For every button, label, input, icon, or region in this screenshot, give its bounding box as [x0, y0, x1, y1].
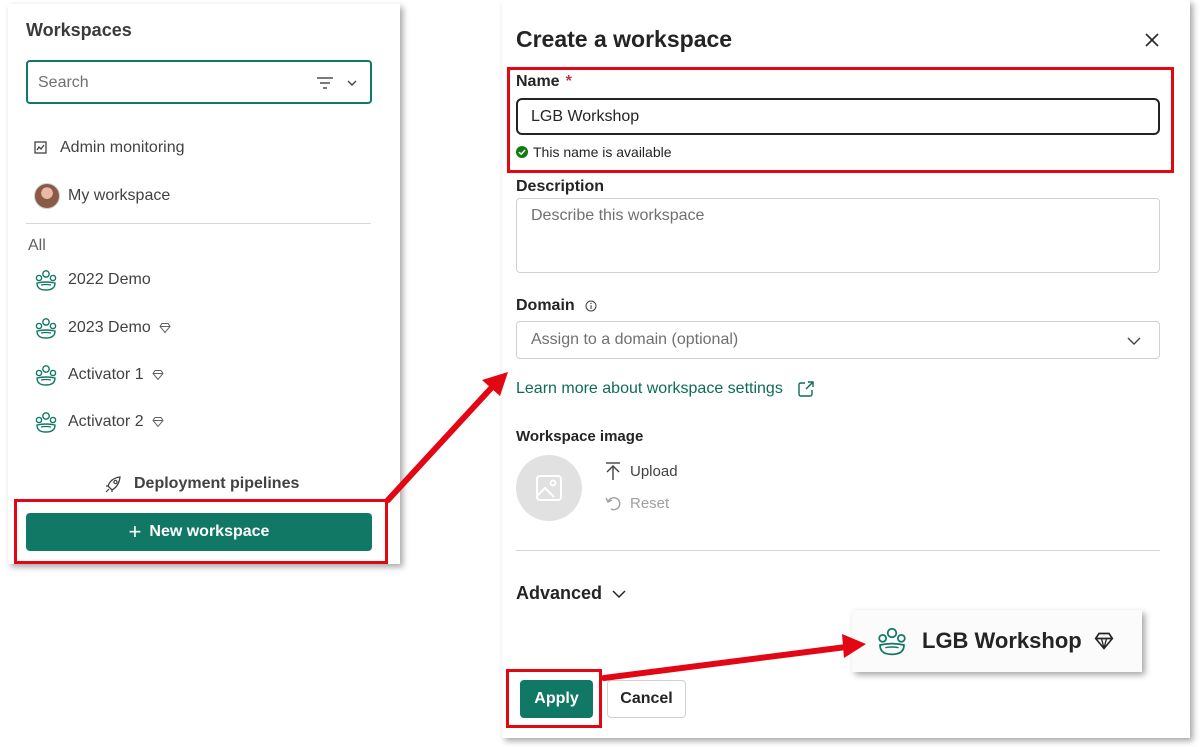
new-workspace-button[interactable]: + New workspace	[26, 513, 372, 551]
callout-label: LGB Workshop	[922, 628, 1082, 653]
deployment-pipelines-label: Deployment pipelines	[134, 475, 300, 492]
nav-my-workspace[interactable]: My workspace	[34, 182, 170, 210]
workspace-item[interactable]: 2022 Demo	[34, 265, 151, 295]
reset-button[interactable]: Reset	[604, 494, 669, 512]
workspace-image-label: Workspace image	[516, 428, 644, 445]
pane-title: Workspaces	[26, 20, 132, 40]
upload-icon	[606, 462, 620, 480]
new-workspace-label: New workspace	[149, 523, 270, 540]
info-icon[interactable]	[585, 300, 597, 312]
arrow-line	[385, 382, 497, 503]
admin-monitoring-icon	[34, 141, 47, 154]
domain-placeholder: Assign to a domain (optional)	[531, 331, 739, 348]
divider	[26, 223, 371, 224]
search-input[interactable]	[38, 72, 278, 94]
learn-more-link[interactable]: Learn more about workspace settings	[516, 380, 815, 398]
workspace-item[interactable]: Activator 1	[34, 360, 164, 390]
name-field[interactable]	[516, 98, 1160, 135]
plus-icon: +	[128, 519, 142, 544]
workspace-icon	[35, 365, 57, 386]
chevron-down-icon	[612, 589, 626, 598]
image-icon	[536, 475, 562, 501]
avatar	[34, 183, 60, 209]
workspaces-pane: Workspaces Admin monitoring My workspace…	[8, 4, 400, 564]
workspace-item-label: Activator 2	[68, 413, 144, 430]
close-icon[interactable]	[1144, 32, 1160, 48]
description-field[interactable]	[516, 198, 1160, 273]
premium-diamond-icon	[1094, 632, 1114, 650]
filter-icon[interactable]	[316, 75, 334, 91]
workspace-icon	[35, 318, 57, 339]
domain-label: Domain	[516, 297, 597, 315]
name-label: Name *	[516, 73, 572, 91]
apply-button[interactable]: Apply	[520, 680, 593, 718]
nav-admin-monitoring[interactable]: Admin monitoring	[34, 134, 185, 162]
name-available-text: This name is available	[533, 144, 672, 160]
search-box[interactable]	[26, 60, 372, 104]
premium-diamond-icon	[151, 370, 164, 381]
nav-my-workspace-label: My workspace	[68, 187, 171, 204]
name-availability: This name is available	[516, 144, 672, 160]
reset-label: Reset	[630, 494, 670, 512]
deployment-pipelines-link[interactable]: Deployment pipelines	[104, 474, 299, 494]
workspace-item-label: 2023 Demo	[68, 319, 151, 336]
workspace-item-label: 2022 Demo	[68, 271, 151, 288]
workspace-item[interactable]: Activator 2	[34, 407, 164, 437]
nav-admin-monitoring-label: Admin monitoring	[60, 139, 185, 156]
upload-button[interactable]: Upload	[604, 461, 678, 481]
required-mark: *	[565, 73, 572, 90]
section-all-heading: All	[28, 237, 46, 254]
premium-diamond-icon	[151, 417, 164, 428]
name-label-text: Name	[516, 73, 560, 90]
workspace-icon	[35, 270, 57, 291]
domain-label-text: Domain	[516, 297, 575, 314]
learn-more-label: Learn more about workspace settings	[516, 380, 783, 397]
workspace-icon	[35, 412, 57, 433]
premium-diamond-icon	[159, 323, 171, 334]
check-circle-icon	[516, 146, 528, 158]
rocket-icon	[105, 476, 121, 493]
result-workspace-callout: LGB Workshop	[852, 610, 1142, 672]
external-link-icon	[798, 381, 814, 397]
upload-label: Upload	[630, 462, 678, 480]
workspace-image-placeholder	[516, 455, 582, 521]
advanced-toggle[interactable]: Advanced	[516, 583, 626, 604]
chevron-down-icon	[1127, 337, 1141, 345]
workspace-item-label: Activator 1	[68, 366, 144, 383]
divider	[516, 550, 1160, 551]
workspace-icon	[878, 627, 906, 656]
chevron-down-icon[interactable]	[346, 77, 358, 89]
cancel-button[interactable]: Cancel	[607, 680, 686, 718]
advanced-label: Advanced	[516, 583, 603, 603]
panel-title: Create a workspace	[516, 26, 733, 52]
description-label: Description	[516, 178, 605, 195]
workspace-item[interactable]: 2023 Demo	[34, 313, 171, 343]
reset-icon	[605, 496, 621, 511]
domain-dropdown[interactable]: Assign to a domain (optional)	[516, 321, 1160, 359]
